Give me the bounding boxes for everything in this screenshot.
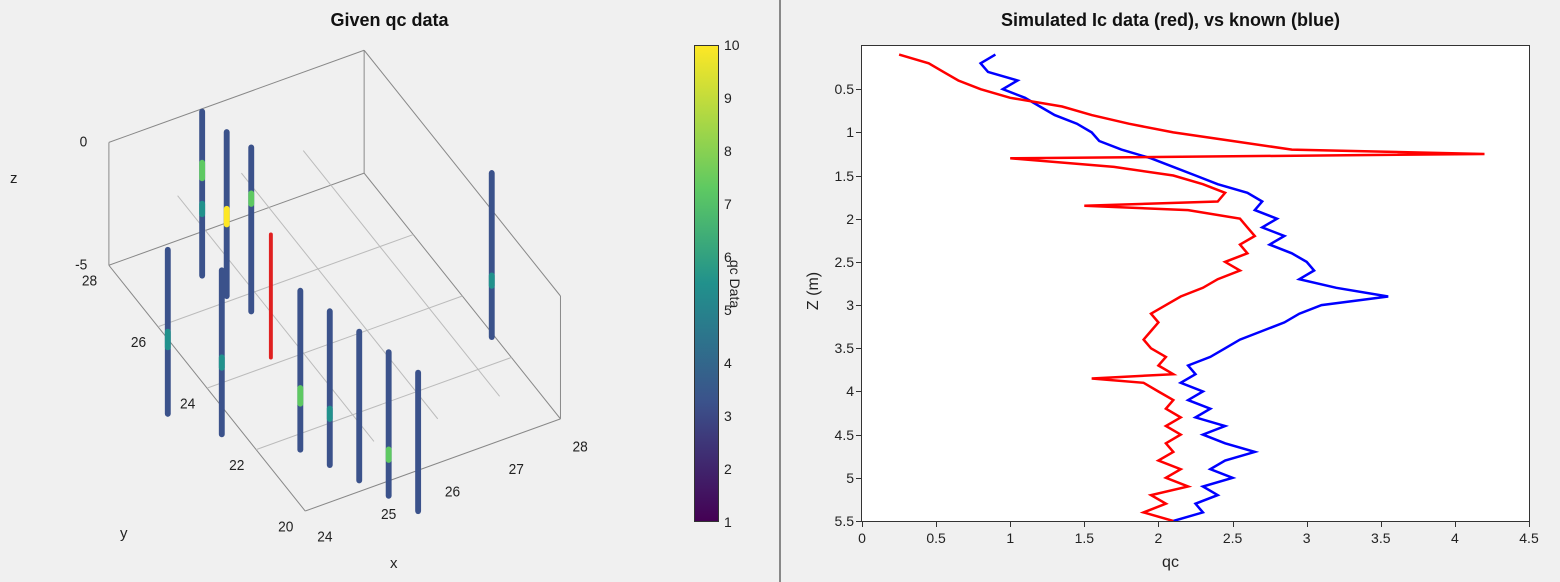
y-axis-label-right: Z (m) [805, 272, 823, 310]
ytick: 5.5 [818, 514, 854, 528]
z-axis-label: z [10, 170, 18, 187]
ytick: 4.5 [818, 428, 854, 442]
xtick: 4 [1451, 531, 1459, 545]
colorbar-tick: 8 [724, 143, 732, 159]
xtick: 1 [1006, 531, 1014, 545]
left-title: Given qc data [0, 10, 779, 31]
ytick: 2.5 [818, 255, 854, 269]
svg-text:25: 25 [381, 506, 396, 522]
svg-text:20: 20 [278, 518, 293, 534]
colorbar-tick: 10 [724, 37, 740, 53]
colorbar-tick: 1 [724, 514, 732, 530]
svg-text:27: 27 [509, 461, 524, 477]
svg-text:22: 22 [229, 457, 244, 473]
xtick: 3 [1303, 531, 1311, 545]
xtick: 2.5 [1223, 531, 1242, 545]
svg-text:-5: -5 [75, 256, 87, 272]
ytick: 1.5 [818, 169, 854, 183]
colorbar[interactable]: qc Data 12345678910 [694, 45, 719, 522]
left-panel: Given qc data [0, 0, 779, 582]
colorbar-tick: 6 [724, 249, 732, 265]
left-3d-axes[interactable]: 0 -5 28 26 24 22 20 24 25 26 27 28 [50, 40, 639, 552]
colorbar-label: qc Data [727, 259, 743, 307]
ytick: 5 [818, 471, 854, 485]
colorbar-tick: 4 [724, 355, 732, 371]
x-axis-label: x [390, 555, 398, 572]
ytick: 3 [818, 298, 854, 312]
right-panel: Simulated Ic data (red), vs known (blue)… [779, 0, 1560, 582]
xtick: 2 [1155, 531, 1163, 545]
colorbar-tick: 5 [724, 302, 732, 318]
svg-text:26: 26 [445, 483, 460, 499]
xtick: 0.5 [926, 531, 945, 545]
svg-text:0: 0 [80, 133, 88, 149]
figure-container: Given qc data [0, 0, 1560, 582]
series-known [981, 55, 1389, 521]
y-axis-label: y [120, 525, 128, 542]
series-simulated [899, 55, 1484, 521]
left-svg: 0 -5 28 26 24 22 20 24 25 26 27 28 [50, 40, 639, 552]
ytick: 1 [818, 125, 854, 139]
right-svg [862, 46, 1529, 521]
svg-text:28: 28 [82, 272, 97, 288]
xtick: 3.5 [1371, 531, 1390, 545]
ytick: 3.5 [818, 341, 854, 355]
xtick: 4.5 [1519, 531, 1538, 545]
ytick: 2 [818, 212, 854, 226]
svg-text:24: 24 [180, 395, 195, 411]
colorbar-gradient [694, 45, 719, 522]
colorbar-tick: 7 [724, 196, 732, 212]
colorbar-tick: 9 [724, 90, 732, 106]
colorbar-tick: 3 [724, 408, 732, 424]
ytick: 4 [818, 384, 854, 398]
ytick: 0.5 [818, 82, 854, 96]
right-title: Simulated Ic data (red), vs known (blue) [781, 10, 1560, 31]
svg-text:28: 28 [572, 438, 587, 454]
svg-text:24: 24 [317, 528, 332, 544]
right-axes[interactable]: 00.511.522.533.544.50.511.522.533.544.55… [861, 45, 1530, 522]
x-axis-label-right: qc [1162, 554, 1179, 572]
xtick: 0 [858, 531, 866, 545]
svg-text:26: 26 [131, 334, 146, 350]
colorbar-tick: 2 [724, 461, 732, 477]
xtick: 1.5 [1075, 531, 1094, 545]
